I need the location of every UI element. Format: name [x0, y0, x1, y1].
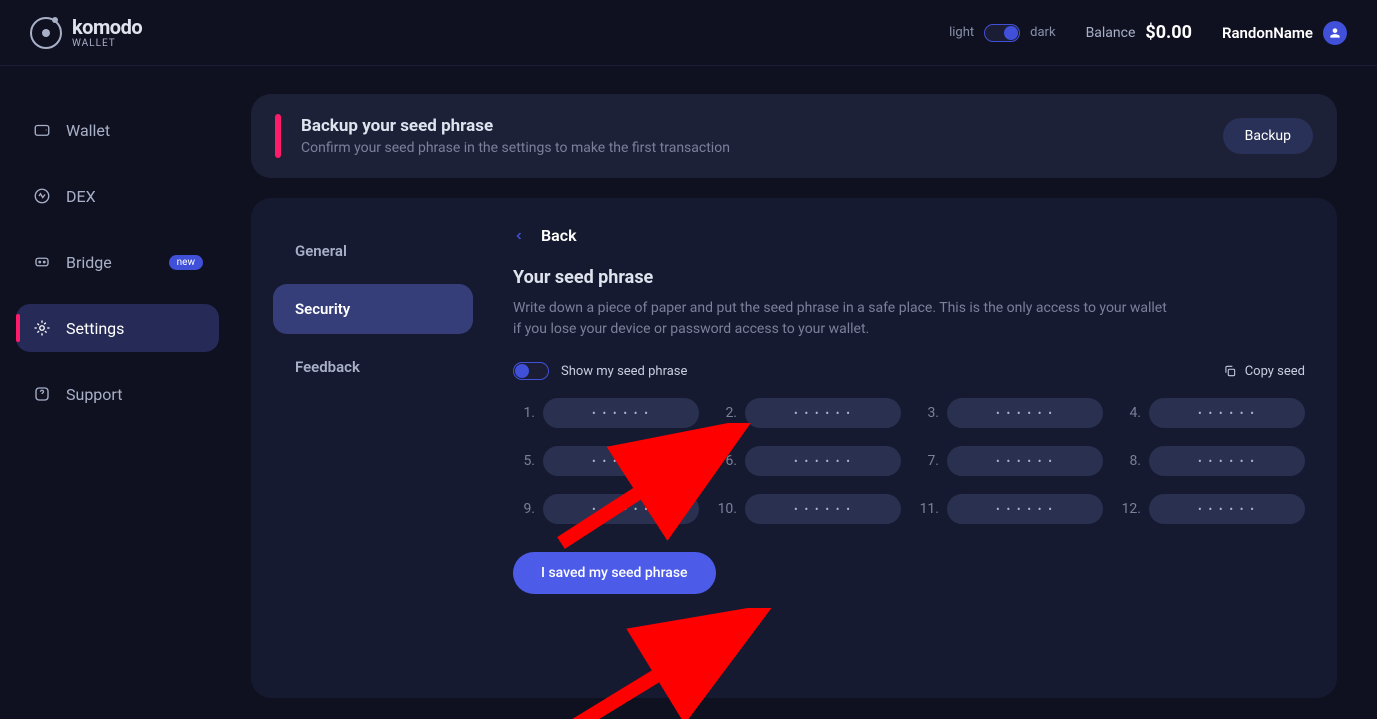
seed-word-10: 10.• • • • • • — [715, 494, 901, 524]
copy-seed-label: Copy seed — [1245, 364, 1305, 379]
main-content: Backup your seed phrase Confirm your see… — [235, 66, 1377, 719]
seed-mask: • • • • • • — [947, 446, 1103, 476]
sidebar-item-support[interactable]: Support — [16, 370, 219, 418]
new-badge: new — [169, 255, 203, 270]
sidebar: Wallet DEX Bridge new Settings Support — [0, 66, 235, 719]
seed-word-6: 6.• • • • • • — [715, 446, 901, 476]
back-label: Back — [541, 226, 577, 245]
settings-panel: General Security Feedback Back Your seed… — [251, 198, 1337, 698]
user-name: RandonName — [1222, 24, 1313, 42]
seed-word-2: 2.• • • • • • — [715, 398, 901, 428]
show-seed-switch[interactable] — [513, 362, 549, 380]
banner-accent — [275, 114, 281, 158]
app-header: komodo WALLET light dark Balance $0.00 R… — [0, 0, 1377, 66]
seed-mask: • • • • • • — [543, 494, 699, 524]
sidebar-item-label: DEX — [66, 187, 96, 206]
wallet-icon — [32, 120, 52, 140]
komodo-icon — [30, 17, 62, 49]
settings-body: Back Your seed phrase Write down a piece… — [503, 226, 1315, 670]
dex-icon — [32, 186, 52, 206]
bridge-icon — [32, 252, 52, 272]
balance-value: $0.00 — [1145, 22, 1192, 43]
sidebar-item-label: Support — [66, 385, 122, 404]
logo-subtitle: WALLET — [72, 39, 142, 49]
seed-word-5: 5.• • • • • • — [513, 446, 699, 476]
seed-mask: • • • • • • — [543, 446, 699, 476]
seed-mask: • • • • • • — [745, 494, 901, 524]
sidebar-item-label: Wallet — [66, 121, 110, 140]
tab-feedback[interactable]: Feedback — [273, 342, 473, 392]
avatar-icon — [1323, 21, 1347, 45]
backup-button[interactable]: Backup — [1223, 118, 1313, 154]
support-icon — [32, 384, 52, 404]
theme-dark-label: dark — [1030, 25, 1055, 40]
show-seed-label: Show my seed phrase — [561, 364, 687, 379]
seed-mask: • • • • • • — [745, 398, 901, 428]
sidebar-item-settings[interactable]: Settings — [16, 304, 219, 352]
seed-description: Write down a piece of paper and put the … — [513, 298, 1173, 340]
tab-security[interactable]: Security — [273, 284, 473, 334]
settings-nav: General Security Feedback — [273, 226, 473, 670]
seed-word-11: 11.• • • • • • — [917, 494, 1103, 524]
seed-mask: • • • • • • — [745, 446, 901, 476]
seed-mask: • • • • • • — [947, 494, 1103, 524]
seed-word-3: 3.• • • • • • — [917, 398, 1103, 428]
sidebar-item-bridge[interactable]: Bridge new — [16, 238, 219, 286]
banner-title: Backup your seed phrase — [301, 116, 730, 136]
seed-mask: • • • • • • — [1149, 398, 1305, 428]
balance-label: Balance — [1086, 25, 1136, 41]
theme-toggle-switch[interactable] — [984, 24, 1020, 42]
backup-banner: Backup your seed phrase Confirm your see… — [251, 94, 1337, 178]
theme-toggle[interactable]: light dark — [949, 24, 1055, 42]
logo-name: komodo — [72, 17, 142, 37]
logo[interactable]: komodo WALLET — [30, 17, 142, 49]
copy-seed-button[interactable]: Copy seed — [1223, 364, 1305, 379]
seed-word-8: 8.• • • • • • — [1119, 446, 1305, 476]
seed-word-9: 9.• • • • • • — [513, 494, 699, 524]
seed-mask: • • • • • • — [947, 398, 1103, 428]
sidebar-item-dex[interactable]: DEX — [16, 172, 219, 220]
back-button[interactable]: Back — [513, 226, 1305, 245]
show-seed-toggle[interactable]: Show my seed phrase — [513, 362, 687, 380]
chevron-left-icon — [513, 230, 525, 242]
user-menu[interactable]: RandonName — [1222, 21, 1347, 45]
seed-grid: 1.• • • • • • 2.• • • • • • 3.• • • • • … — [513, 398, 1305, 524]
seed-word-12: 12.• • • • • • — [1119, 494, 1305, 524]
saved-seed-button[interactable]: I saved my seed phrase — [513, 552, 716, 594]
seed-mask: • • • • • • — [1149, 494, 1305, 524]
sidebar-item-label: Bridge — [66, 253, 112, 272]
seed-word-4: 4.• • • • • • — [1119, 398, 1305, 428]
tab-general[interactable]: General — [273, 226, 473, 276]
sidebar-item-wallet[interactable]: Wallet — [16, 106, 219, 154]
banner-subtitle: Confirm your seed phrase in the settings… — [301, 140, 730, 156]
seed-title: Your seed phrase — [513, 267, 1305, 288]
seed-word-1: 1.• • • • • • — [513, 398, 699, 428]
seed-mask: • • • • • • — [543, 398, 699, 428]
seed-mask: • • • • • • — [1149, 446, 1305, 476]
theme-light-label: light — [949, 25, 974, 40]
copy-icon — [1223, 364, 1237, 378]
sidebar-item-label: Settings — [66, 319, 124, 338]
settings-icon — [32, 318, 52, 338]
seed-word-7: 7.• • • • • • — [917, 446, 1103, 476]
balance: Balance $0.00 — [1086, 22, 1192, 43]
